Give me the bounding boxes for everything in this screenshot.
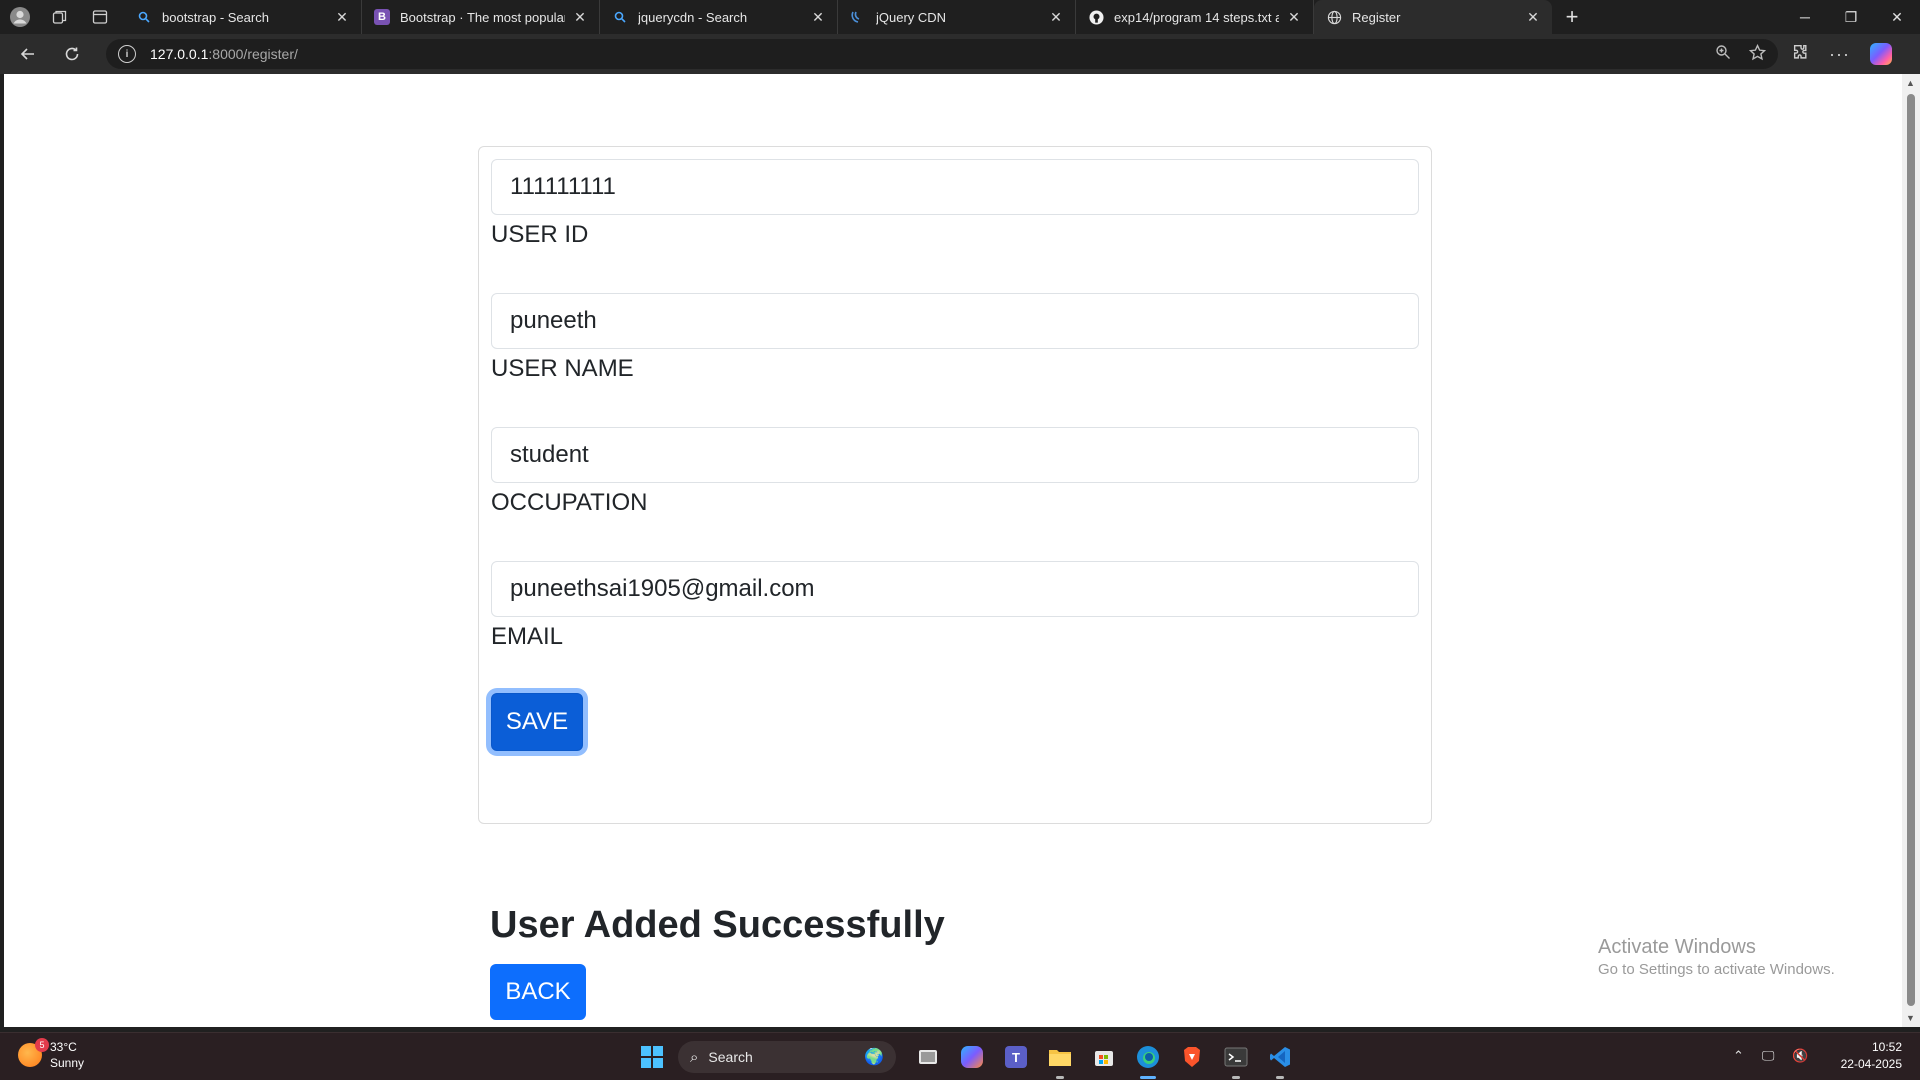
tab-register[interactable]: Register ✕ [1314,0,1552,34]
occupation-label: OCCUPATION [491,489,648,516]
copilot-icon[interactable] [1869,43,1892,65]
browser-tab-bar: bootstrap - Search ✕ B Bootstrap · The m… [0,0,1920,34]
new-tab-button[interactable]: + [1552,0,1592,34]
tab-strip: bootstrap - Search ✕ B Bootstrap · The m… [124,0,1592,34]
success-message: User Added Successfully [490,904,945,946]
close-icon[interactable]: ✕ [571,8,589,26]
terminal-icon[interactable] [1218,1039,1254,1079]
vertical-tabs-icon[interactable] [80,0,120,34]
url-path: :8000/register/ [208,46,298,62]
tab-title: Bootstrap · The most popular HTML [400,9,565,25]
close-icon[interactable]: ✕ [1047,8,1065,26]
weather-temperature: 33°C [50,1040,77,1054]
restore-button[interactable]: ❐ [1828,0,1874,34]
taskbar-search[interactable]: ⌕ Search 🌍 [678,1041,896,1073]
close-icon[interactable]: ✕ [809,8,827,26]
tab-bootstrap-site[interactable]: B Bootstrap · The most popular HTML ✕ [362,0,600,34]
email-label: EMAIL [491,623,564,650]
minimize-button[interactable]: ─ [1782,0,1828,34]
clock[interactable]: 10:52 22-04-2025 [1841,1039,1902,1073]
user-id-input[interactable]: 111111111 [491,159,1419,215]
vertical-scrollbar[interactable]: ▲ ▼ [1902,74,1920,1027]
github-icon [1088,9,1104,25]
chevron-up-icon[interactable]: ⌃ [1733,1048,1744,1064]
clock-time: 10:52 [1871,1040,1902,1054]
search-icon: ⌕ [690,1048,699,1066]
tab-jquery-cdn[interactable]: jQuery CDN ✕ [838,0,1076,34]
email-field-group: puneethsai1905@gmail.com EMAIL [491,561,1419,651]
tab-title: jquerycdn - Search [638,9,748,25]
close-window-button[interactable]: ✕ [1874,0,1920,34]
microsoft-store-icon[interactable] [1086,1039,1122,1075]
user-name-field-group: puneeth USER NAME [491,293,1419,383]
weather-widget[interactable]: 5 33°C Sunny [18,1038,85,1071]
speaker-muted-icon[interactable]: 🔇 [1792,1048,1808,1064]
copilot-app-icon[interactable] [954,1039,990,1075]
teams-icon[interactable]: T [998,1039,1034,1075]
scrollbar-thumb[interactable] [1907,94,1915,1006]
page-viewport: 111111111 USER ID puneeth USER NAME stud… [4,74,1902,1027]
clock-date: 22-04-2025 [1840,1057,1902,1071]
tab-github[interactable]: exp14/program 14 steps.txt at ma ✕ [1076,0,1314,34]
search-highlight-globe-icon: 🌍 [864,1049,884,1066]
window-controls: ─ ❐ ✕ [1782,0,1920,34]
watermark-title: Activate Windows [1598,936,1756,958]
register-form: 111111111 USER ID puneeth USER NAME stud… [478,146,1432,824]
task-view-icon[interactable] [910,1039,946,1075]
tab-title: Register [1352,9,1401,25]
more-menu-icon[interactable]: ··· [1829,44,1850,65]
scroll-up-icon[interactable]: ▲ [1906,78,1915,88]
back-button[interactable]: BACK [490,964,586,1020]
user-id-field-group: 111111111 USER ID [491,159,1419,249]
windows-start-icon[interactable] [634,1039,670,1075]
weather-condition: Sunny [50,1056,85,1070]
address-bar-row: i 127.0.0.1:8000/register/ ··· [0,34,1920,74]
user-name-input[interactable]: puneeth [491,293,1419,349]
taskbar-search-label: Search [708,1049,753,1065]
address-input[interactable]: i 127.0.0.1:8000/register/ [106,39,1778,69]
tab-jquerycdn-search[interactable]: jquerycdn - Search ✕ [600,0,838,34]
edge-browser-icon[interactable] [1130,1039,1166,1079]
jquery-logo-icon [850,9,866,25]
close-icon[interactable]: ✕ [1524,8,1542,26]
close-icon[interactable]: ✕ [333,8,351,26]
refresh-icon[interactable] [50,34,94,74]
occupation-input[interactable]: student [491,427,1419,483]
email-input[interactable]: puneethsai1905@gmail.com [491,561,1419,617]
workspaces-icon[interactable] [40,0,80,34]
globe-icon [1326,9,1342,25]
user-name-label: USER NAME [491,355,634,382]
tab-bootstrap-search[interactable]: bootstrap - Search ✕ [124,0,362,34]
notification-badge: 5 [35,1038,49,1052]
zoom-icon[interactable] [1715,44,1731,64]
search-icon [612,9,628,25]
occupation-field-group: student OCCUPATION [491,427,1419,517]
watermark-subtitle: Go to Settings to activate Windows. [1598,961,1835,978]
extensions-icon[interactable] [1792,43,1809,65]
back-arrow-icon[interactable] [6,34,50,74]
profile-icon[interactable] [0,0,40,34]
windows-taskbar: 5 33°C Sunny ⌕ Search 🌍 T ⌃ 🖵 🔇 10:52 22… [0,1032,1920,1080]
system-tray: ⌃ 🖵 🔇 10:52 22-04-2025 [1733,1039,1902,1073]
tab-title: exp14/program 14 steps.txt at ma [1114,9,1279,25]
activate-windows-watermark: Activate Windows Go to Settings to activ… [1598,936,1835,978]
bootstrap-logo-icon: B [374,9,390,25]
brave-browser-icon[interactable] [1174,1039,1210,1075]
tab-title: jQuery CDN [876,9,947,25]
sun-icon: 5 [18,1038,49,1067]
taskbar-apps: ⌕ Search 🌍 T [634,1039,1298,1079]
user-id-label: USER ID [491,221,589,248]
close-icon[interactable]: ✕ [1285,8,1303,26]
save-button[interactable]: SAVE [491,693,583,751]
tab-title: bootstrap - Search [162,9,269,25]
scroll-down-icon[interactable]: ▼ [1906,1013,1915,1023]
network-icon[interactable]: 🖵 [1762,1048,1775,1064]
file-explorer-icon[interactable] [1042,1039,1078,1079]
favorite-star-icon[interactable] [1748,43,1767,64]
search-icon [136,9,152,25]
site-info-icon[interactable]: i [118,45,136,63]
url-host: 127.0.0.1 [150,46,209,62]
vscode-icon[interactable] [1262,1039,1298,1079]
